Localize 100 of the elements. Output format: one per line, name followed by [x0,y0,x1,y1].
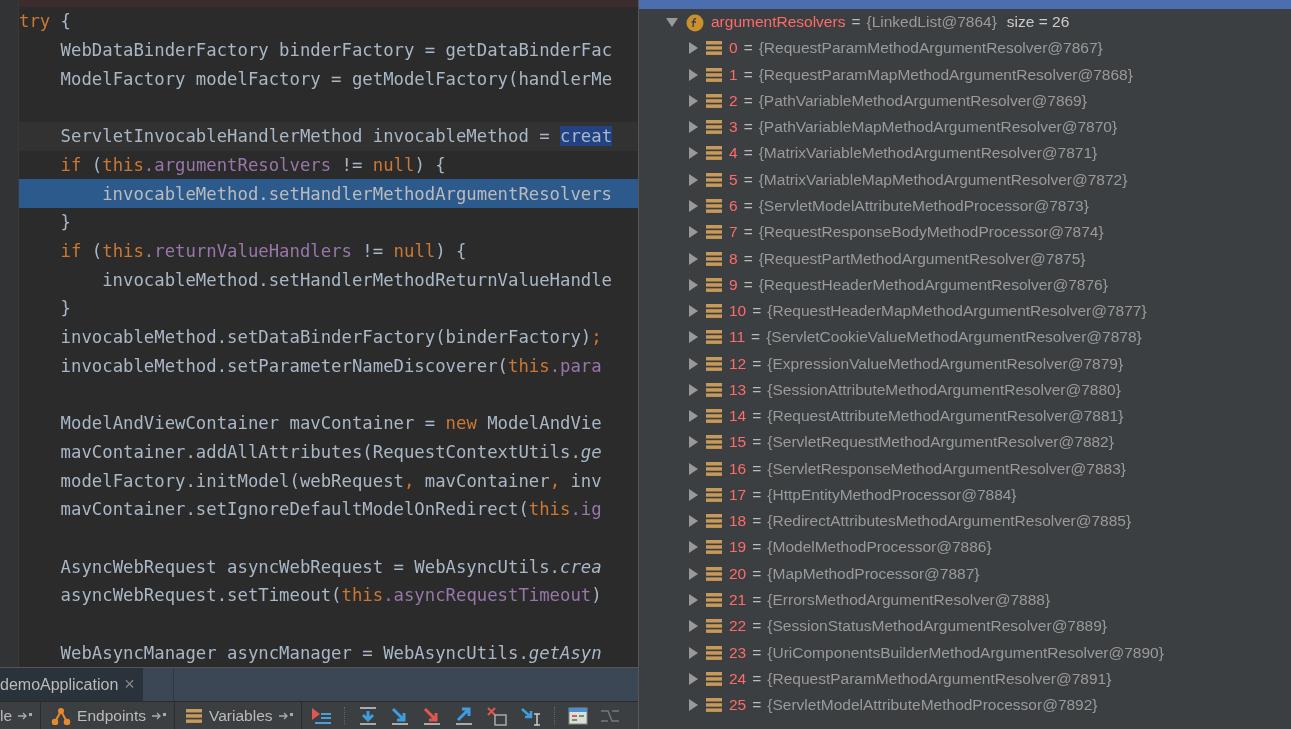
variable-value: {ErrorsMethodArgumentResolver@7888} [767,590,1051,609]
size-label: size = 26 [1006,13,1070,32]
pin-arrow-icon[interactable] [18,711,33,720]
collapsed-arrow-icon[interactable] [687,41,699,56]
equals-sign: = [752,485,762,504]
collapsed-arrow-icon[interactable] [687,566,699,581]
equals-sign: = [743,91,753,110]
expanded-arrow-icon[interactable] [665,16,679,29]
collapsed-arrow-icon[interactable] [687,304,699,319]
equals-sign: = [752,302,762,321]
list-icon [705,539,723,556]
variable-value: {ServletCookieValueMethodArgumentResolver@7878} [766,328,1142,347]
list-icon [705,408,723,425]
code-line: if (this.argumentResolvers != null) { [60,154,446,175]
equals-sign: = [752,459,762,478]
variable-value: {RequestResponseBodyMethodProcessor@7874} [758,223,1104,242]
variable-name: 9 [729,275,738,294]
collapsed-arrow-icon[interactable] [687,619,699,634]
run-to-cursor-icon[interactable] [519,705,542,726]
pin-arrow-icon[interactable] [152,711,167,720]
list-icon [705,591,723,608]
collapsed-arrow-icon[interactable] [687,146,699,161]
collapsed-arrow-icon[interactable] [687,330,699,345]
variable-name: 23 [729,643,747,662]
variable-name: 14 [729,407,747,426]
list-icon [705,119,723,136]
table-icon[interactable] [567,706,588,725]
list-icon [705,66,723,83]
collapsed-arrow-icon[interactable] [687,645,699,660]
show-execution-point-icon[interactable] [309,705,332,726]
collapsed-arrow-icon[interactable] [687,93,699,108]
equals-sign: = [752,407,762,426]
variable-value: {MatrixVariableMapMethodArgumentResolver@7872} [758,170,1128,189]
equals-sign: = [752,354,762,373]
tool-window-tab[interactable]: le [0,706,13,725]
variable-name: 15 [729,433,747,452]
collapsed-arrow-icon[interactable] [687,487,699,502]
collapsed-arrow-icon[interactable] [687,409,699,424]
variable-name: 17 [729,485,747,504]
variable-value: {LinkedList@7864} [866,13,997,32]
equals-sign: = [752,590,762,609]
collapsed-arrow-icon[interactable] [687,698,699,713]
drop-frame-icon[interactable] [485,705,508,726]
variable-name: 1 [729,65,738,84]
code-line: AsyncWebRequest asyncWebRequest = WebAsyncUtils.crea [60,556,602,577]
code-line: } [60,298,71,319]
collapsed-arrow-icon[interactable] [687,67,699,82]
collapsed-arrow-icon[interactable] [687,225,699,240]
step-into-icon[interactable] [389,705,410,726]
equals-sign: = [743,223,753,242]
equals-sign: = [752,669,762,688]
collapsed-arrow-icon[interactable] [687,540,699,555]
collapsed-arrow-icon[interactable] [687,382,699,397]
collapsed-arrow-icon[interactable] [687,172,699,187]
variable-value: {RequestHeaderMethodArgumentResolver@7876} [758,275,1108,294]
equals-sign: = [851,13,861,32]
variable-name: 20 [729,564,747,583]
variable-value: {ServletRequestMethodArgumentResolver@7882} [767,433,1114,452]
close-icon[interactable]: × [124,674,135,695]
tool-window-tab[interactable]: Variables [209,706,273,725]
list-icon [705,381,723,398]
collapsed-arrow-icon[interactable] [687,277,699,292]
variable-value: {RequestHeaderMapMethodArgumentResolver@7877} [767,302,1147,321]
force-step-into-icon[interactable] [421,705,442,726]
collapsed-arrow-icon[interactable] [687,592,699,607]
step-over-icon[interactable] [357,705,378,726]
field-icon [685,12,705,33]
tool-window-tab[interactable]: Endpoints [77,706,147,725]
variable-value: {MapMethodProcessor@7887} [767,564,980,583]
collapsed-arrow-icon[interactable] [687,251,699,266]
collapsed-arrow-icon[interactable] [687,514,699,529]
variable-value: {PathVariableMethodArgumentResolver@7869} [758,91,1087,110]
variable-value: {RequestPartMethodArgumentResolver@7875} [758,249,1086,268]
step-out-icon[interactable] [453,705,474,726]
collapsed-arrow-icon[interactable] [687,461,699,476]
variable-name: 24 [729,669,747,688]
variable-value: {SessionAttributeMethodArgumentResolver@7880} [767,380,1121,399]
collapsed-arrow-icon[interactable] [687,356,699,371]
list-icon [705,145,723,162]
code-line: invocableMethod.setHandlerMethodReturnValueHandle [102,269,613,290]
pin-arrow-icon[interactable] [278,711,293,720]
equals-sign: = [743,65,753,84]
list-icon [705,644,723,661]
collapsed-arrow-icon[interactable] [687,120,699,135]
equals-sign: = [752,380,762,399]
code-line: asyncWebRequest.setTimeout(this.asyncRequestTimeout) [60,585,602,606]
variable-value: {RedirectAttributesMethodArgumentResolver@7885} [767,512,1132,531]
collapsed-arrow-icon[interactable] [687,199,699,213]
variable-value: {ServletModelAttributeMethodProcessor@7892} [767,696,1098,715]
variable-name: 6 [729,197,738,215]
collapsed-arrow-icon[interactable] [687,671,699,686]
list-icon [705,697,723,714]
equals-sign: = [752,433,762,452]
variable-value: {ServletResponseMethodArgumentResolver@7883} [767,459,1126,478]
equals-sign: = [743,249,753,268]
collapsed-arrow-icon[interactable] [687,435,699,450]
code-line: WebAsyncManager asyncManager = WebAsyncUtils.getAsyn [60,642,602,663]
code-line: if (this.returnValueHandlers != null) { [60,240,467,261]
run-tab[interactable]: demoApplication × [0,668,143,703]
variable-value: {UriComponentsBuilderMethodArgumentResolver@7890} [767,643,1164,662]
